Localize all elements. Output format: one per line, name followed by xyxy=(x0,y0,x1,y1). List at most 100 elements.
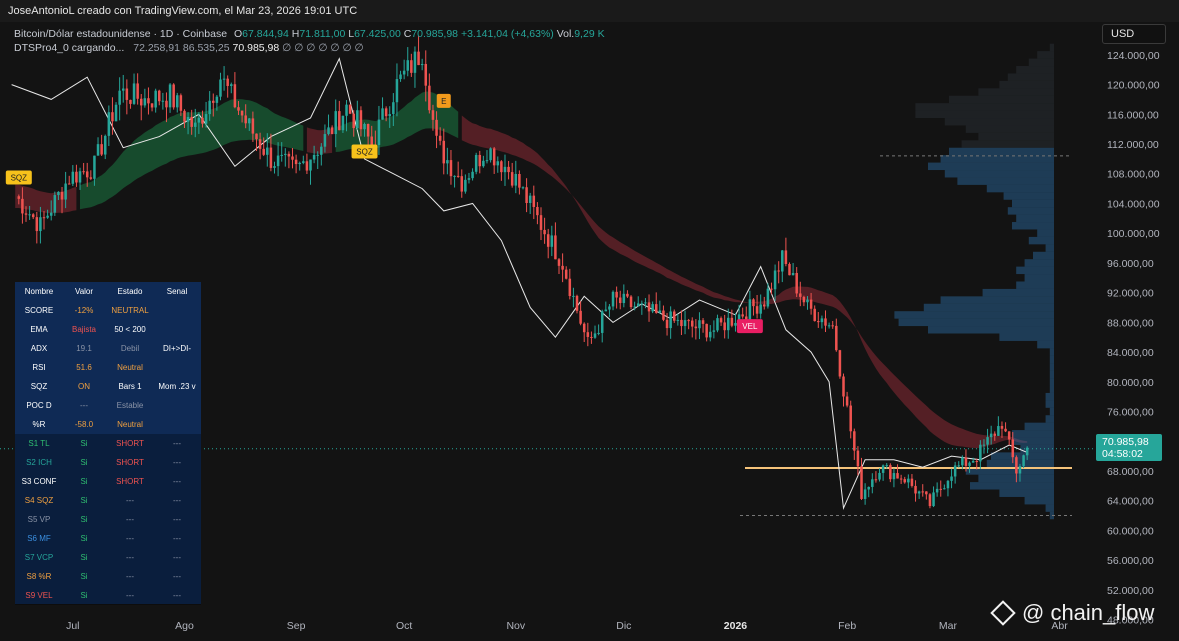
candle-body xyxy=(294,159,298,165)
volume-profile-bar xyxy=(1007,73,1054,81)
candle-body xyxy=(489,148,492,161)
candle-body xyxy=(269,147,273,168)
price-axis[interactable]: 124.000,00 120.000,00 116.000,00 112.000,00… xyxy=(1107,50,1160,627)
candle-body xyxy=(147,98,150,104)
candle-body xyxy=(943,488,946,490)
candle-body xyxy=(712,330,716,332)
diamond-logo-icon xyxy=(990,600,1016,626)
candle-body xyxy=(608,306,611,310)
indicator-legend[interactable]: DTSPro4_0 cargando... 72.258,91 86.535,2… xyxy=(14,42,364,54)
signal-marker-label: SQZ xyxy=(11,173,28,182)
table-cell: --- xyxy=(173,572,181,581)
volume-profile-bar xyxy=(1016,214,1054,223)
candle-body xyxy=(330,127,334,135)
candle-body xyxy=(853,431,856,451)
candle-body xyxy=(453,175,456,177)
candle-body xyxy=(201,117,204,124)
price-tick-label: 88.000,00 xyxy=(1107,317,1154,329)
candle-body xyxy=(222,78,226,80)
candle-body xyxy=(1007,431,1011,440)
table-row: S5 VP Si --- --- xyxy=(15,510,201,529)
symbol-legend[interactable]: Bitcoin/Dólar estadounidense · 1D · Coin… xyxy=(14,28,605,40)
candle-body xyxy=(17,196,21,199)
candle-body xyxy=(60,191,64,200)
candle-body xyxy=(536,206,539,216)
table-cell: Neutral xyxy=(117,420,143,429)
candle-body xyxy=(165,100,168,108)
candle-body xyxy=(186,116,190,122)
candle-body xyxy=(1015,457,1018,474)
candle-body xyxy=(835,325,838,351)
candle-body xyxy=(82,171,85,173)
candle-body xyxy=(323,134,327,147)
candle-body xyxy=(327,127,330,135)
table-cell: Senal xyxy=(166,287,188,296)
time-axis[interactable]: Jul Ago Sep Oct Nov Dic 2026 Feb Mar Abr xyxy=(66,620,1068,632)
candle-body xyxy=(125,88,129,100)
candle-body xyxy=(21,198,24,214)
volume-profile-bar xyxy=(1049,407,1054,416)
change-value: +3.141,04 (+4,63%) xyxy=(460,28,554,40)
candle-body xyxy=(212,100,215,103)
candle-body xyxy=(179,95,183,111)
currency-selector[interactable]: USD xyxy=(1102,24,1166,44)
candle-body xyxy=(230,84,233,86)
candle-body xyxy=(381,108,384,120)
candle-body xyxy=(215,96,219,103)
price-tick-label: 120.000,00 xyxy=(1107,80,1160,92)
table-cell: --- xyxy=(173,553,181,562)
candle-body xyxy=(89,177,93,179)
volume-profile-bar xyxy=(1024,496,1054,505)
table-cell: --- xyxy=(173,439,181,448)
candle-body xyxy=(881,465,885,473)
candle-body xyxy=(766,288,770,307)
price-tick-label: 56.000,00 xyxy=(1107,555,1154,567)
table-cell: Valor xyxy=(74,287,94,296)
candle-body xyxy=(121,88,125,91)
candle-body xyxy=(57,191,60,196)
candle-body xyxy=(428,85,431,111)
indicator-value-3: 70.985,98 xyxy=(232,42,280,54)
volume-profile-bar xyxy=(928,326,1054,334)
candle-body xyxy=(28,214,31,216)
candle-body xyxy=(662,310,665,320)
candle-body xyxy=(975,461,979,463)
table-cell: --- xyxy=(173,515,181,524)
candle-body xyxy=(582,323,586,333)
candle-body xyxy=(802,296,806,303)
candle-body xyxy=(982,444,986,446)
candle-body xyxy=(953,465,957,477)
current-price-tag: 70.985,98 04:58:02 xyxy=(1096,434,1162,461)
candle-body xyxy=(435,119,438,136)
candle-body xyxy=(395,79,399,103)
candle-body xyxy=(896,473,899,479)
table-cell: POC D xyxy=(26,401,52,410)
candle-body xyxy=(575,295,579,311)
candle-body xyxy=(262,148,265,155)
table-cell: S6 MF xyxy=(27,534,51,543)
table-cell: 51.6 xyxy=(76,363,92,372)
candle-body xyxy=(680,319,683,327)
volume-profile-bar xyxy=(1037,51,1054,59)
candle-body xyxy=(258,139,262,149)
candle-body xyxy=(359,110,363,130)
candle-body xyxy=(564,269,568,279)
open-label: O xyxy=(233,28,243,40)
volume-profile-bar xyxy=(999,80,1054,89)
candle-body xyxy=(593,333,597,338)
table-cell: Si xyxy=(80,515,88,524)
indicator-name: DTSPro4_0 cargando... xyxy=(14,42,125,54)
table-cell: Si xyxy=(80,553,88,562)
candle-body xyxy=(698,320,701,329)
candle-body xyxy=(820,318,824,323)
candle-body xyxy=(31,214,35,218)
candle-body xyxy=(388,114,392,117)
candle-body xyxy=(64,183,67,200)
candle-body xyxy=(118,90,121,105)
candle-body xyxy=(338,111,341,131)
candle-body xyxy=(838,350,842,377)
candle-body xyxy=(539,215,543,230)
candle-body xyxy=(917,491,921,494)
close-value: 70.985,98 xyxy=(411,28,459,40)
time-tick-label: Oct xyxy=(396,620,412,632)
